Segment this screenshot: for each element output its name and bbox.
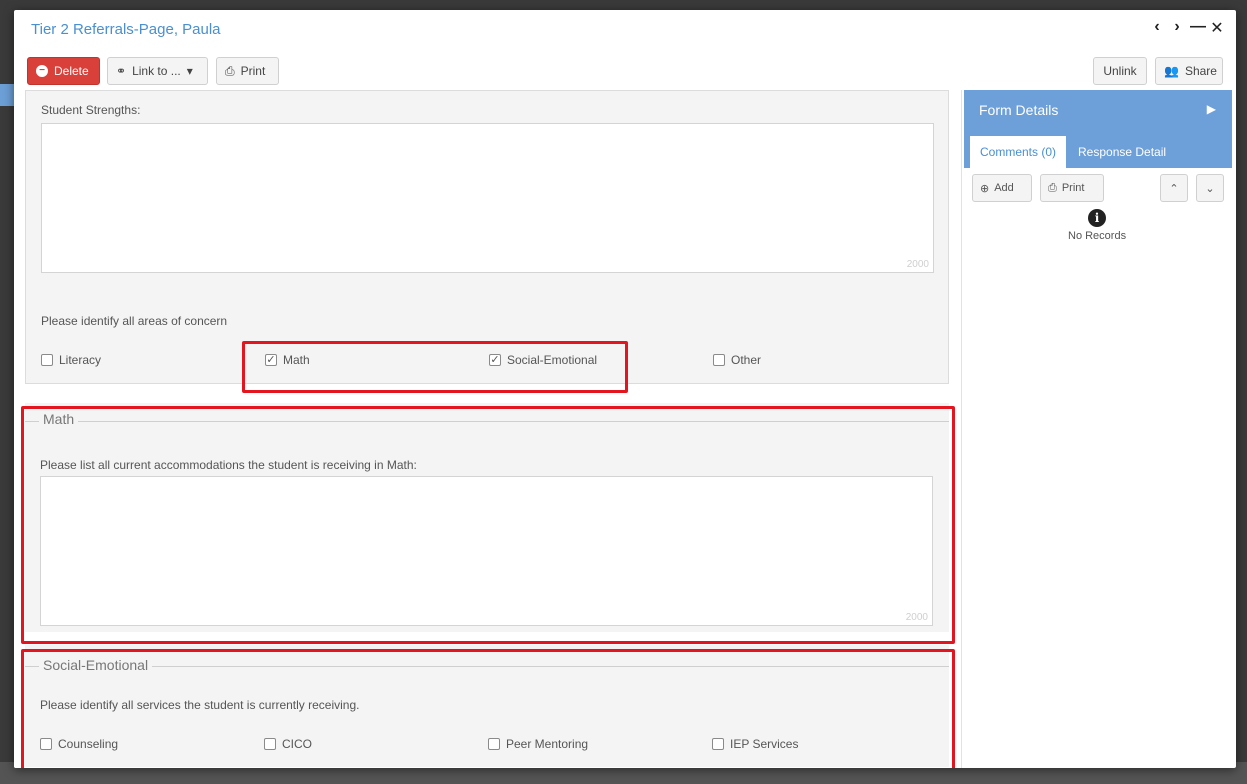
link-icon: ⚭ xyxy=(116,64,127,78)
highlight-math-section xyxy=(21,406,955,644)
checkbox-box xyxy=(41,354,53,366)
backdrop-strip xyxy=(0,84,14,106)
caret-right-icon[interactable]: ▶ xyxy=(1207,102,1216,116)
toolbar: − Delete ⚭ Link to ... ▾ ⎙ Print Unlink … xyxy=(14,54,1236,88)
add-comment-button[interactable]: ⊕ Add xyxy=(972,174,1032,202)
window-controls: ‹ › — ✕ xyxy=(1150,18,1224,38)
checkbox-literacy[interactable]: Literacy xyxy=(41,353,101,367)
users-icon: 👥 xyxy=(1164,64,1179,78)
chevron-up-icon: ⌃ xyxy=(1169,182,1179,195)
share-button[interactable]: 👥 Share xyxy=(1155,57,1223,85)
scroll-up-button[interactable]: ⌃ xyxy=(1160,174,1188,202)
highlight-checked-concerns xyxy=(242,341,628,393)
printer-icon: ⎙ xyxy=(1048,181,1057,194)
strengths-label: Student Strengths: xyxy=(41,103,141,117)
no-records-text: No Records xyxy=(1068,230,1127,242)
form-modal: Tier 2 Referrals-Page, Paula ‹ › — ✕ − D… xyxy=(14,10,1236,768)
caret-down-icon: ▾ xyxy=(186,64,193,78)
chevron-right-icon[interactable]: › xyxy=(1170,18,1184,38)
tab-comments[interactable]: Comments (0) xyxy=(970,136,1067,168)
strengths-panel: Student Strengths: 2000 Please identify … xyxy=(25,90,949,384)
print-label: Print xyxy=(240,64,266,78)
window-title: Tier 2 Referrals-Page, Paula xyxy=(31,21,221,38)
link-to-dropdown[interactable]: ⚭ Link to ... ▾ xyxy=(107,57,208,85)
concern-label: Please identify all areas of concern xyxy=(41,314,228,328)
checkbox-label: Other xyxy=(731,353,762,367)
chevron-down-icon: ⌄ xyxy=(1205,182,1215,195)
plus-circle-icon: ⊕ xyxy=(980,182,990,195)
highlight-social-emotional-section xyxy=(21,649,955,768)
printer-icon: ⎙ xyxy=(225,63,235,78)
print-comments-label: Print xyxy=(1061,182,1085,194)
tab-response-detail[interactable]: Response Detail xyxy=(1068,136,1176,168)
title-bar: Tier 2 Referrals-Page, Paula ‹ › — ✕ xyxy=(14,10,1236,50)
add-label: Add xyxy=(994,182,1014,194)
share-label: Share xyxy=(1184,64,1217,78)
link-label: Link to ... xyxy=(132,64,181,78)
print-button[interactable]: ⎙ Print xyxy=(216,57,279,85)
print-comments-button[interactable]: ⎙ Print xyxy=(1040,174,1104,202)
unlink-button[interactable]: Unlink xyxy=(1093,57,1147,85)
strengths-textarea[interactable]: 2000 xyxy=(41,123,934,273)
form-details-header[interactable]: Form Details ▶ Comments (0) Response Det… xyxy=(964,90,1232,168)
strengths-counter: 2000 xyxy=(906,259,929,270)
form-details-title: Form Details xyxy=(979,102,1059,118)
delete-label: Delete xyxy=(54,64,89,78)
checkbox-label: Literacy xyxy=(59,353,102,367)
checkbox-box xyxy=(713,354,725,366)
minus-circle-icon: − xyxy=(36,65,48,77)
delete-button[interactable]: − Delete xyxy=(27,57,100,85)
unlink-label: Unlink xyxy=(1103,64,1137,78)
form-area: Student Strengths: 2000 Please identify … xyxy=(14,90,962,768)
minimize-icon[interactable]: — xyxy=(1190,18,1206,38)
form-details-panel: Form Details ▶ Comments (0) Response Det… xyxy=(964,90,1232,768)
chevron-left-icon[interactable]: ‹ xyxy=(1150,18,1164,38)
close-icon[interactable]: ✕ xyxy=(1210,18,1224,38)
checkbox-other[interactable]: Other xyxy=(713,353,761,367)
info-icon: i xyxy=(1088,209,1106,227)
scroll-down-button[interactable]: ⌄ xyxy=(1196,174,1224,202)
